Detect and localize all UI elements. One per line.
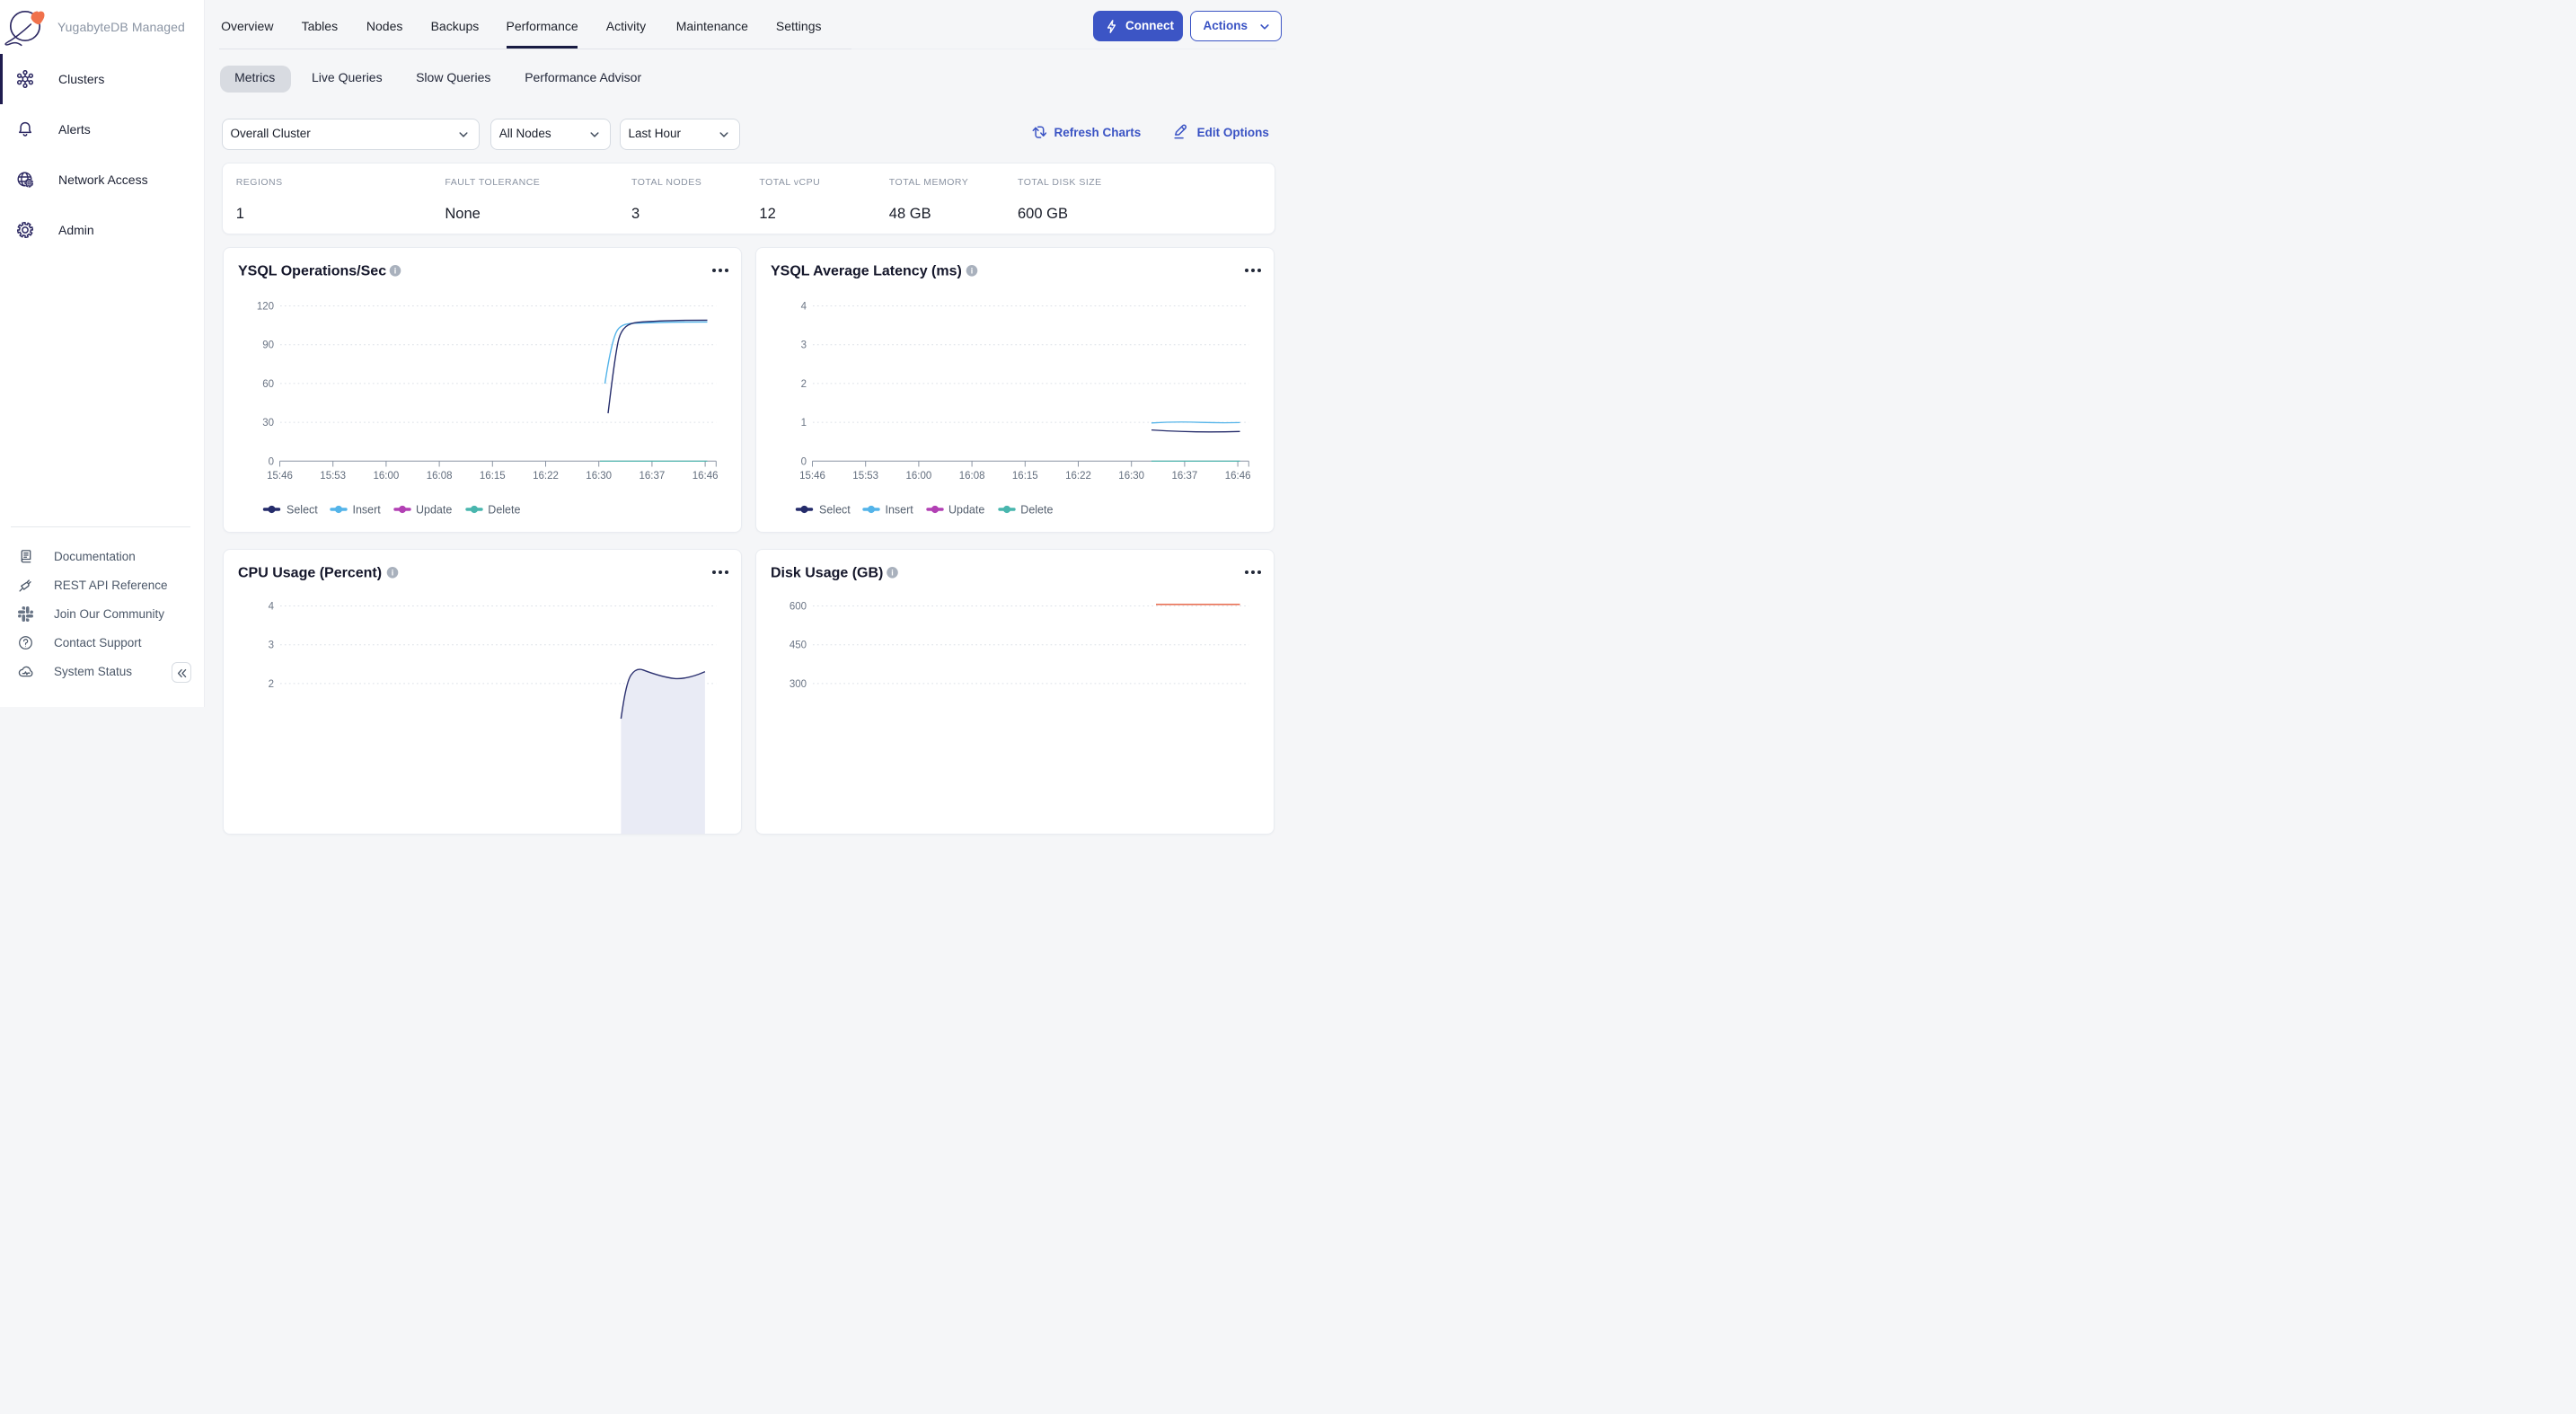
svg-text:15:53: 15:53 (320, 471, 346, 482)
svg-text:16:00: 16:00 (905, 471, 931, 482)
svg-text:30: 30 (262, 418, 274, 429)
svg-text:4: 4 (268, 601, 274, 612)
svg-text:3: 3 (268, 640, 273, 650)
svg-text:16:22: 16:22 (533, 471, 559, 482)
svg-text:i: i (970, 266, 973, 275)
svg-text:YSQL Operations/Sec: YSQL Operations/Sec (238, 263, 386, 278)
svg-text:16:46: 16:46 (1224, 471, 1250, 482)
svg-text:3: 3 (800, 340, 806, 350)
svg-text:Select: Select (287, 503, 318, 516)
svg-text:300: 300 (789, 678, 806, 689)
svg-text:15:46: 15:46 (799, 471, 825, 482)
svg-text:0: 0 (268, 456, 273, 467)
svg-text:i: i (393, 266, 396, 275)
svg-text:16:37: 16:37 (1171, 471, 1197, 482)
svg-text:Disk Usage (GB): Disk Usage (GB) (771, 565, 883, 580)
svg-text:4: 4 (800, 301, 807, 312)
svg-text:60: 60 (262, 378, 274, 389)
svg-text:Insert: Insert (885, 503, 913, 516)
svg-text:0: 0 (800, 456, 806, 467)
svg-text:CPU Usage (Percent): CPU Usage (Percent) (238, 565, 382, 580)
svg-text:16:37: 16:37 (639, 471, 665, 482)
svg-text:16:15: 16:15 (1011, 471, 1037, 482)
svg-text:90: 90 (262, 340, 274, 350)
svg-text:Insert: Insert (352, 503, 381, 516)
svg-text:Select: Select (819, 503, 851, 516)
svg-text:Update: Update (416, 503, 452, 516)
svg-text:16:08: 16:08 (958, 471, 984, 482)
svg-text:i: i (891, 568, 894, 577)
svg-text:15:53: 15:53 (852, 471, 878, 482)
svg-text:16:30: 16:30 (1118, 471, 1144, 482)
svg-text:2: 2 (268, 678, 273, 689)
svg-text:16:08: 16:08 (426, 471, 452, 482)
svg-text:16:22: 16:22 (1065, 471, 1091, 482)
svg-text:Delete: Delete (488, 503, 520, 516)
svg-text:16:30: 16:30 (586, 471, 612, 482)
svg-text:450: 450 (789, 640, 806, 650)
svg-text:i: i (391, 568, 393, 577)
svg-text:YSQL Average Latency (ms): YSQL Average Latency (ms) (771, 263, 962, 278)
svg-text:Update: Update (948, 503, 984, 516)
svg-text:16:46: 16:46 (692, 471, 718, 482)
svg-text:15:46: 15:46 (267, 471, 293, 482)
svg-text:16:00: 16:00 (373, 471, 399, 482)
svg-text:2: 2 (800, 378, 806, 389)
svg-text:16:15: 16:15 (479, 471, 505, 482)
svg-text:600: 600 (789, 601, 806, 612)
svg-text:1: 1 (800, 418, 806, 429)
svg-text:120: 120 (256, 301, 273, 312)
svg-text:Delete: Delete (1020, 503, 1053, 516)
